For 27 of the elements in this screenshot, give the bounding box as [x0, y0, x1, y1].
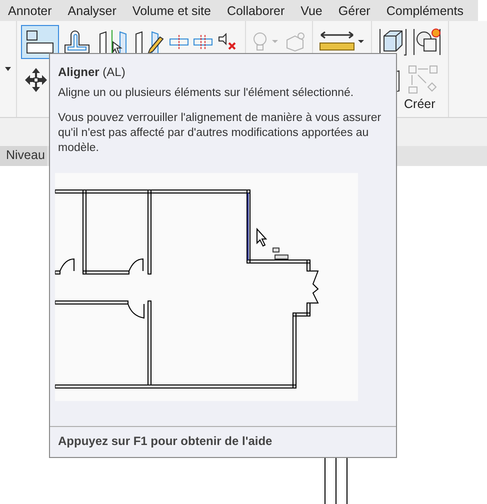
tooltip-details: Vous pouvez verrouiller l'alignement de manière à vous assurer qu'il n'est pas affecté par d'autres modifications apportées au modèle.	[58, 111, 382, 156]
align-icon	[25, 29, 55, 55]
split-icon	[169, 35, 189, 49]
move-icon	[23, 67, 49, 93]
cube-icon	[378, 27, 408, 57]
menu-tab[interactable]: Collaborer	[226, 4, 285, 18]
menu-tab[interactable]: Compléments	[386, 4, 464, 18]
tooltip-help-text: Appuyez sur F1 pour obtenir de l'aide	[58, 434, 274, 448]
new-cube-icon	[412, 27, 442, 57]
menu-tab[interactable]: Analyser	[68, 4, 116, 18]
align-tool-button[interactable]	[21, 25, 59, 59]
panel-label: Créer	[404, 97, 436, 111]
menu-tab[interactable]: Vue	[300, 4, 322, 18]
wall-lines-drawing	[322, 458, 350, 504]
caret-icon[interactable]	[5, 67, 11, 71]
offset-icon	[62, 29, 92, 55]
mirror-icon	[98, 28, 128, 56]
tooltip-description: Aligne un ou plusieurs éléments sur l'élément sélectionné.	[58, 87, 355, 99]
tooltip-title: Aligner (AL)	[58, 65, 126, 79]
split-gap-icon	[193, 35, 213, 49]
menu-tab[interactable]: Gérer	[338, 4, 370, 18]
component-icon	[284, 32, 306, 52]
arrows-icon	[408, 65, 438, 95]
menu-tab[interactable]: Volume et site	[132, 4, 211, 18]
lightbulb-icon	[252, 32, 280, 52]
view-tab[interactable]: Niveau	[0, 146, 47, 166]
menu-tab[interactable]: Annoter	[8, 4, 52, 18]
